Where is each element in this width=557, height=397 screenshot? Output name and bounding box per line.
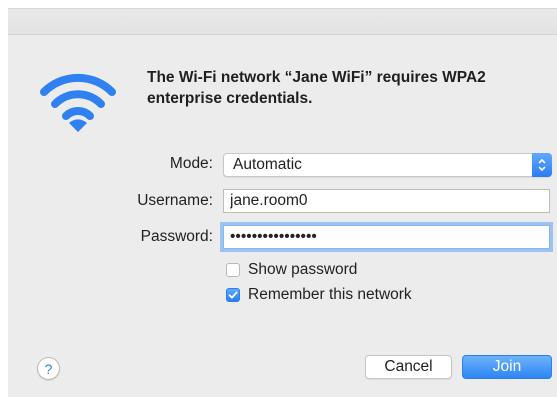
show-password-label: Show password bbox=[248, 261, 358, 278]
dialog-title-bar bbox=[8, 9, 557, 35]
cancel-button[interactable]: Cancel bbox=[365, 355, 452, 379]
wifi-credentials-dialog: The Wi-Fi network “Jane WiFi” requires W… bbox=[8, 8, 557, 397]
mode-label: Mode: bbox=[169, 155, 213, 172]
username-field-box bbox=[223, 189, 550, 213]
username-input[interactable] bbox=[224, 190, 549, 212]
remember-network-checkbox[interactable] bbox=[226, 288, 240, 302]
checkmark-icon bbox=[228, 291, 238, 299]
select-stepper-icon[interactable] bbox=[532, 153, 552, 177]
mode-value: Automatic bbox=[233, 156, 302, 173]
show-password-option[interactable]: Show password bbox=[226, 261, 357, 279]
wifi-icon bbox=[40, 73, 116, 132]
remember-network-option[interactable]: Remember this network bbox=[226, 286, 412, 304]
password-field-box bbox=[223, 225, 550, 249]
password-input[interactable] bbox=[224, 226, 549, 248]
join-button[interactable]: Join bbox=[462, 355, 552, 379]
dialog-message: The Wi-Fi network “Jane WiFi” requires W… bbox=[147, 69, 486, 107]
mode-select[interactable]: Automatic bbox=[223, 153, 552, 177]
username-label: Username: bbox=[137, 192, 213, 209]
remember-network-label: Remember this network bbox=[248, 286, 412, 303]
password-label: Password: bbox=[140, 228, 213, 245]
help-button[interactable]: ? bbox=[37, 357, 60, 380]
show-password-checkbox[interactable] bbox=[226, 263, 240, 277]
